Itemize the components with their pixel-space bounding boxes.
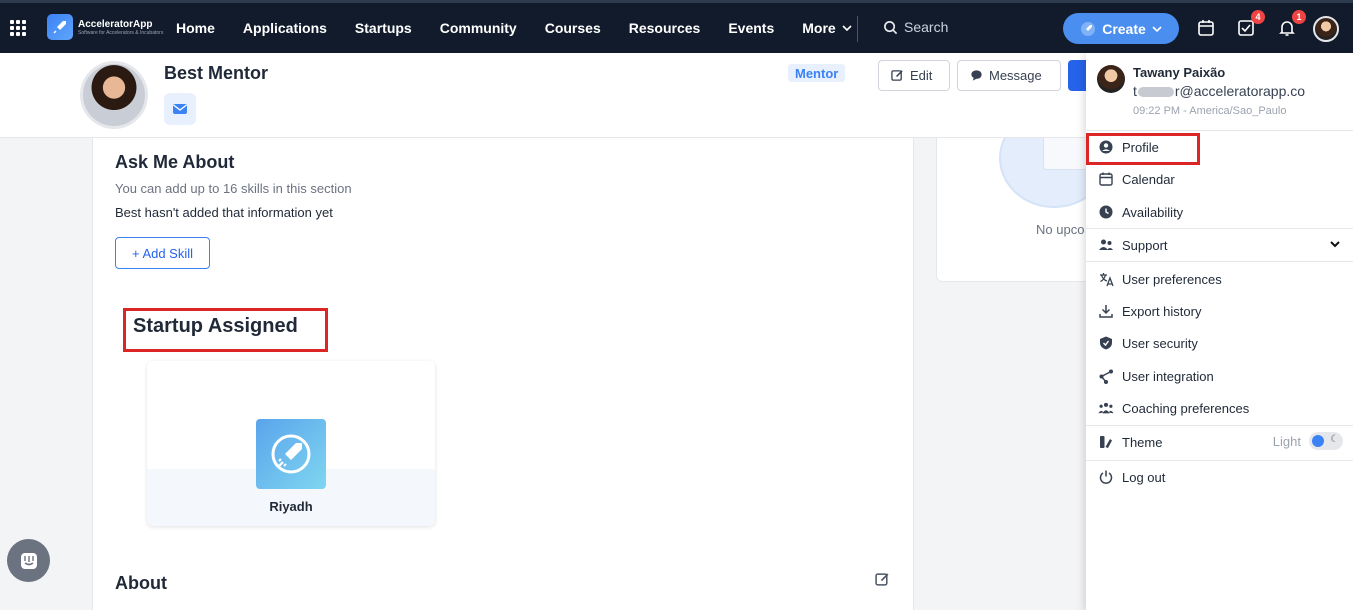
email-button[interactable]: [164, 93, 196, 125]
pencil-square-icon: [875, 573, 889, 586]
startup-logo: [256, 419, 326, 489]
calendar-icon: [1098, 171, 1114, 187]
main-nav: Home Applications Startups Community Cou…: [176, 3, 880, 53]
download-icon: [1098, 303, 1114, 319]
search-placeholder: Search: [904, 19, 949, 35]
menu-support[interactable]: Support: [1086, 230, 1353, 260]
users-icon: [1098, 237, 1114, 253]
add-skill-button[interactable]: + Add Skill: [115, 237, 210, 269]
menu-availability[interactable]: Availability: [1086, 197, 1353, 227]
chat-bubble-icon: [971, 70, 982, 81]
theme-toggle[interactable]: ☾: [1309, 432, 1343, 450]
menu-coaching-preferences[interactable]: Coaching preferences: [1086, 393, 1353, 423]
nav-more-label: More: [802, 20, 836, 36]
palette-icon: [1098, 434, 1114, 450]
user-email: t r@acceleratorapp.co: [1133, 83, 1306, 99]
user-name: Tawany Paixão: [1133, 65, 1226, 80]
nav-events[interactable]: Events: [728, 20, 774, 36]
nav-courses[interactable]: Courses: [545, 20, 601, 36]
chevron-down-icon: [1330, 241, 1340, 248]
chat-icon: [20, 552, 37, 569]
upcoming-events-card: No upco: [936, 138, 1096, 282]
rocket-icon: [271, 434, 311, 474]
pencil-square-icon: [891, 70, 903, 81]
no-upcoming-text: No upco: [1036, 222, 1085, 237]
skills-hint: You can add up to 16 skills in this sect…: [115, 181, 352, 196]
ask-me-about-title: Ask Me About: [115, 152, 235, 172]
user-circle-icon: [1098, 139, 1114, 155]
calendar-button[interactable]: [1195, 17, 1217, 39]
profile-name: Best Mentor: [164, 63, 269, 83]
shield-check-icon: [1098, 335, 1114, 351]
logo-title: AcceleratorApp: [78, 18, 153, 30]
tasks-button[interactable]: 4: [1235, 10, 1265, 39]
user-info: Tawany Paixão t r@acceleratorapp.co 09:22…: [1086, 53, 1353, 131]
primary-action-button[interactable]: [1068, 60, 1088, 91]
about-title: About: [115, 573, 167, 593]
edit-about-button[interactable]: [875, 572, 890, 592]
user-avatar: [1097, 65, 1125, 93]
nav-resources[interactable]: Resources: [629, 20, 701, 36]
nav-home[interactable]: Home: [176, 20, 215, 36]
menu-user-security[interactable]: User security: [1086, 328, 1353, 358]
skills-empty-text: Best hasn't added that information yet: [115, 205, 333, 220]
nav-applications[interactable]: Applications: [243, 20, 327, 36]
menu-calendar[interactable]: Calendar: [1086, 164, 1353, 194]
menu-export-history[interactable]: Export history: [1086, 296, 1353, 326]
power-icon: [1098, 469, 1114, 485]
role-badge: Mentor: [788, 64, 846, 82]
rocket-logo-icon: [47, 14, 73, 40]
clock-icon: [1098, 204, 1114, 220]
message-button[interactable]: Message: [957, 60, 1061, 91]
menu-user-integration[interactable]: User integration: [1086, 361, 1353, 391]
theme-value: Light: [1272, 433, 1301, 449]
rocket-icon: [1081, 21, 1096, 36]
logo-subtitle: Software for Accelerators & Incubators: [78, 29, 164, 36]
sun-icon: [1312, 435, 1324, 447]
menu-theme[interactable]: Theme Light ☾: [1086, 427, 1353, 457]
chevron-down-icon: [1152, 25, 1162, 32]
notifications-badge: 1: [1292, 10, 1306, 24]
logo[interactable]: AcceleratorApp Software for Accelerators…: [47, 14, 163, 40]
nav-more[interactable]: More: [802, 20, 852, 36]
app-grid-icon[interactable]: [10, 20, 26, 36]
chevron-down-icon: [842, 25, 852, 32]
translate-icon: [1098, 271, 1114, 287]
chat-launcher-button[interactable]: [7, 539, 50, 582]
edit-label: Edit: [910, 68, 933, 83]
nav-divider: [857, 16, 858, 42]
profile-avatar: [80, 61, 148, 129]
envelope-icon: [173, 104, 187, 114]
startup-assigned-title: Startup Assigned: [133, 315, 298, 337]
share-nodes-icon: [1098, 368, 1114, 384]
calendar-icon: [1198, 20, 1214, 36]
startup-card[interactable]: Riyadh: [147, 361, 435, 526]
menu-user-preferences[interactable]: User preferences: [1086, 264, 1353, 294]
nav-startups[interactable]: Startups: [355, 20, 412, 36]
menu-logout[interactable]: Log out: [1086, 462, 1353, 492]
tasks-badge: 4: [1251, 10, 1265, 24]
top-navigation-bar: AcceleratorApp Software for Accelerators…: [0, 0, 1353, 53]
moon-icon: ☾: [1330, 434, 1339, 445]
nav-community[interactable]: Community: [440, 20, 517, 36]
edit-profile-button[interactable]: Edit: [878, 60, 950, 91]
create-button[interactable]: Create: [1063, 13, 1179, 44]
search-button[interactable]: Search: [883, 19, 948, 35]
user-menu-dropdown: Tawany Paixão t r@acceleratorapp.co 09:22…: [1086, 53, 1353, 610]
user-avatar-button[interactable]: [1313, 16, 1339, 42]
calendar-illustration: [999, 138, 1095, 208]
group-icon: [1098, 400, 1114, 416]
startup-name: Riyadh: [269, 499, 313, 514]
user-timezone: 09:22 PM - America/Sao_Paulo: [1133, 105, 1287, 117]
create-label: Create: [1102, 20, 1146, 37]
menu-profile[interactable]: Profile: [1086, 132, 1353, 162]
search-icon: [884, 20, 898, 34]
message-label: Message: [989, 68, 1042, 83]
notifications-button[interactable]: 1: [1276, 10, 1306, 39]
